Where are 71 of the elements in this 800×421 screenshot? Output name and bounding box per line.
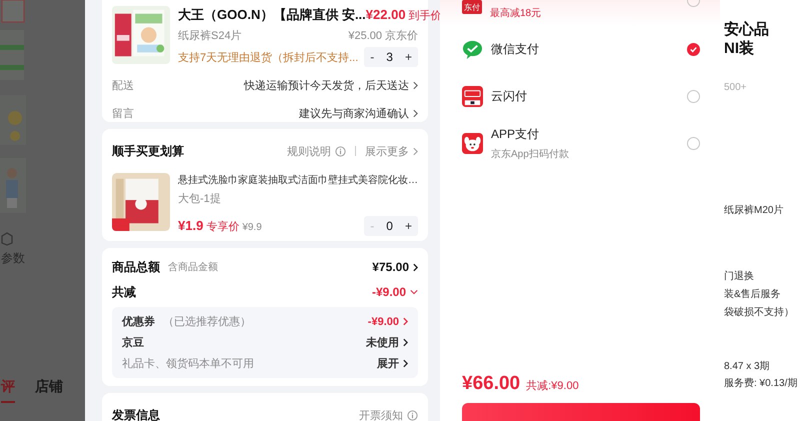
price-tag: 专享价	[206, 219, 240, 234]
info-icon	[335, 146, 346, 156]
product-title[interactable]: 悬挂式洗脸巾家庭装抽取式洁面巾壁挂式美容院化妆…	[178, 173, 418, 187]
total-label: 商品总额	[112, 258, 160, 276]
product-spec: 纸尿裤S24片	[178, 28, 242, 43]
payment-method[interactable]: 云闪付	[462, 73, 700, 120]
detail-value[interactable]: 展开	[377, 356, 399, 371]
cloud-pay-icon	[462, 86, 483, 107]
product-price: ¥1.9	[178, 218, 204, 233]
page-text: 安心品	[724, 20, 770, 39]
quantity-value: 0	[386, 219, 393, 233]
page-text: NI装	[724, 39, 755, 58]
plus-button[interactable]: +	[404, 50, 412, 64]
row-label: 配送	[112, 78, 134, 92]
row-label: 留言	[112, 106, 134, 120]
page-text: 500+	[724, 82, 748, 93]
total-amount[interactable]: ¥75.00	[372, 260, 409, 274]
quantity-value: 3	[386, 50, 393, 64]
saved-amount: 共减:¥9.00	[526, 379, 579, 393]
info-icon	[407, 410, 418, 420]
radio-button[interactable]	[687, 90, 700, 103]
wechat-pay-icon	[462, 39, 483, 60]
chevron-icon	[413, 80, 418, 90]
detail-label: 礼品卡、领货码本单不可用	[122, 356, 254, 371]
detail-label: 京豆	[122, 336, 144, 350]
page-text: 8.47 x 3期	[724, 360, 771, 373]
payment-method[interactable]: APP支付 京东App扫码付款	[462, 120, 700, 167]
page-text: 门退换	[724, 270, 755, 283]
method-name: APP支付	[491, 126, 540, 143]
return-policy: 支持7天无理由退货（拆封后不支持...	[178, 50, 358, 64]
method-note: 最高减18元	[490, 6, 542, 20]
page-text: 服务费: ¥0.13/期	[724, 376, 798, 390]
chevron-icon	[403, 317, 408, 326]
payment-method[interactable]: 微信支付	[462, 26, 700, 73]
product-title[interactable]: 大王（GOO.N）【品牌直供 安...	[178, 6, 366, 24]
page-text: 纸尿裤M20片	[724, 204, 784, 217]
plus-button[interactable]: +	[404, 219, 412, 233]
detail-value[interactable]: 未使用	[366, 335, 399, 350]
chevron-icon	[403, 338, 408, 347]
method-name: 云闪付	[491, 88, 528, 105]
page-text: 装&售后服务	[724, 288, 782, 301]
section-title: 发票信息	[112, 406, 160, 421]
product-price: ¥22.00	[366, 7, 406, 22]
chevron-icon	[413, 262, 418, 272]
discount-amount[interactable]: -¥9.00	[372, 285, 406, 299]
dog-logo-icon	[462, 133, 483, 154]
chevron-icon	[413, 146, 418, 156]
detail-label: 优惠券	[122, 314, 155, 329]
radio-button[interactable]	[687, 43, 700, 56]
jd-pay-icon: 东付	[462, 0, 482, 14]
original-price: ¥25.00	[348, 30, 382, 42]
section-title: 顺手买更划算	[112, 142, 184, 160]
cube-icon	[1, 232, 13, 246]
page-text: 袋破损不支持）	[724, 306, 795, 319]
payment-total: ¥66.00	[462, 373, 520, 395]
row-value[interactable]: 快递运输预计今天发货，后天送达	[244, 78, 409, 92]
minus-button[interactable]: -	[370, 50, 374, 64]
discount-label: 共减	[112, 284, 136, 300]
row-value[interactable]: 建议先与商家沟通确认	[299, 106, 409, 120]
detail-note: （已选推荐优惠）	[163, 314, 251, 329]
product-spec: 大包-1提	[178, 192, 222, 206]
total-note: 含商品金额	[168, 260, 218, 274]
radio-button[interactable]	[687, 137, 700, 150]
chevron-icon	[413, 108, 418, 118]
price-tag: 京东价	[385, 28, 418, 43]
chevron-icon	[403, 359, 408, 368]
method-note: 京东App扫码付款	[491, 148, 570, 161]
price-tag: 到手价	[408, 8, 442, 23]
original-price: ¥9.9	[242, 222, 262, 233]
method-name: 微信支付	[491, 41, 540, 58]
detail-value[interactable]: -¥9.00	[368, 316, 399, 328]
